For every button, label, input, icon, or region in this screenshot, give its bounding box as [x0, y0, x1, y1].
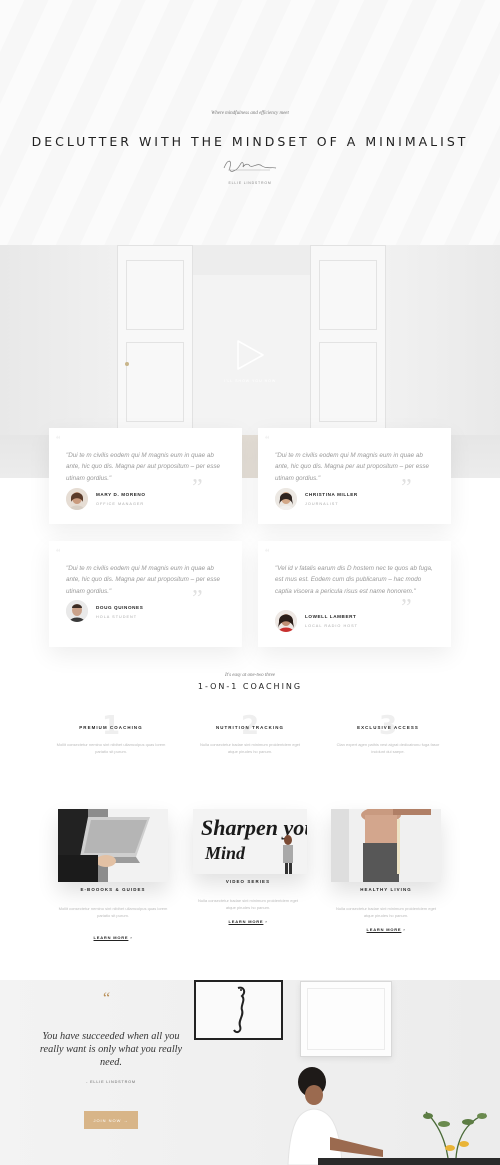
feature-exclusive-access: 3 EXCLUSIVE ACCESS Clan expert agen path…: [323, 713, 453, 763]
testimonial-card: “ "Dui te m civilis eodem qui M magnis e…: [49, 428, 242, 524]
quote-watermark-icon: ”: [192, 475, 203, 501]
quote-icon: “: [265, 548, 270, 559]
product-description: Mollit consectetur nemino sint nibihet u…: [58, 906, 168, 918]
testimonial-card: “ "Dui te m civilis eodem qui M magnis e…: [258, 428, 451, 524]
hero-section: Where mindfulness and efficiency meet DE…: [0, 0, 500, 245]
feature-description: Nulla consectetur badae sint minimum pro…: [199, 742, 301, 754]
bottom-quote-author: - ELLIE LINDSTROM: [86, 1080, 136, 1084]
product-title: HEALTHY LIVING: [360, 887, 412, 892]
testimonial-name: CHRISTINA MILLER: [305, 492, 358, 497]
product-image: [58, 809, 168, 882]
testimonial-card: “ "Vel id v fatalis earum dis D hostem n…: [258, 541, 451, 647]
door-knob: [125, 362, 129, 366]
testimonial-quote: "Dui te m civilis eodem qui M magnis eum…: [275, 452, 430, 482]
bottom-quote: You have succeeded when all you really w…: [39, 1031, 183, 1068]
learn-more-link[interactable]: LEARN MORE ›: [43, 935, 183, 940]
chevron-right-icon: ›: [130, 935, 133, 940]
feature-title: PREMIUM COACHING: [79, 725, 143, 730]
testimonial-role: HOLA STUDENT: [96, 615, 138, 619]
quote-watermark-icon: ”: [401, 595, 412, 621]
quote-watermark-icon: ”: [401, 475, 412, 501]
sharpen-text: Sharpen your Mind: [201, 815, 307, 840]
chevron-right-icon: ›: [265, 919, 268, 924]
testimonial-role: OFFICE MANAGER: [96, 502, 145, 506]
play-icon[interactable]: [236, 339, 266, 371]
product-title: VIDEO SERIES: [225, 879, 271, 884]
door-left: [117, 245, 193, 435]
testimonial-quote: "Dui te m civilis eodem qui M magnis eum…: [66, 565, 221, 595]
product-title: E-BOOOKS & GUIDES: [80, 887, 146, 892]
quote-icon: “: [265, 435, 270, 446]
avatar: [275, 610, 297, 632]
testimonial-quote: "Dui te m civilis eodem qui M magnis eum…: [66, 452, 221, 482]
video-caption: I'LL SHOW YOU HOW: [223, 379, 277, 383]
product-video-series: Sharpen your Mind Mind VIDEO SERIES Null…: [178, 809, 318, 933]
feature-title: EXCLUSIVE ACCESS: [357, 725, 419, 730]
feature-nutrition-tracking: 2 NUTRITION TRACKING Nulla consectetur b…: [185, 713, 315, 763]
feature-description: Mollit consectetur nemino sint nibihet u…: [56, 742, 166, 754]
testimonial-role: LOCAL RADIO HOST: [305, 624, 358, 628]
hero-kicker: Where mindfulness and efficiency meet: [211, 111, 289, 116]
door-right: [310, 245, 386, 435]
join-now-button[interactable]: JOIN NOW →: [84, 1111, 138, 1129]
product-image: [331, 809, 441, 882]
coaching-title: 1-ON-1 COACHING: [197, 682, 303, 691]
quote-icon: “: [56, 548, 61, 559]
product-ebooks: E-BOOOKS & GUIDES Mollit consectetur nem…: [43, 809, 183, 949]
quote-icon: “: [56, 435, 61, 446]
learn-more-link[interactable]: LEARN MORE ›: [316, 927, 456, 932]
learn-more-link[interactable]: LEARN MORE ›: [178, 919, 318, 924]
testimonial-name: MARY D. MORENO: [96, 492, 146, 497]
testimonial-name: DOUG QUINONES: [96, 605, 144, 610]
testimonial-name: LOWELL LAMBERT: [305, 614, 357, 619]
feature-description: Clan expert agen pathis vest aigrat dedi…: [336, 742, 440, 754]
testimonial-card: “ "Dui te m civilis eodem qui M magnis e…: [49, 541, 242, 647]
seahorse-frame: [194, 980, 283, 1040]
hero-title: DECLUTTER WITH THE MINDSET OF A MINIMALI…: [31, 134, 469, 149]
product-image: Sharpen your Mind Mind: [193, 809, 307, 874]
signature-icon: [223, 160, 277, 172]
floor-wood: [240, 435, 260, 478]
testimonial-role: JOURNALIST: [305, 502, 339, 506]
product-description: Nulla consectetur badae sint minimum pro…: [335, 906, 437, 918]
bottom-quote-section: “ You have succeeded when all you really…: [0, 980, 500, 1165]
blank-frame: [300, 981, 392, 1057]
coaching-kicker: It's easy at one-two three: [224, 673, 276, 678]
avatar: [66, 488, 88, 510]
product-description: Nulla consectetur badae sint minimum pro…: [197, 898, 299, 910]
woman-desk-illustration: [287, 1067, 500, 1165]
hero-author: ELLIE LINDSTROM: [228, 181, 272, 185]
feature-premium-coaching: 1 PREMIUM COACHING Mollit consectetur ne…: [46, 713, 176, 763]
svg-text:Mind: Mind: [204, 843, 246, 863]
seahorse-icon: [196, 982, 281, 1038]
quote-watermark-icon: ”: [192, 586, 203, 612]
avatar: [66, 600, 88, 622]
avatar: [275, 488, 297, 510]
quote-icon: “: [103, 990, 111, 1007]
chevron-right-icon: ›: [403, 927, 406, 932]
feature-title: NUTRITION TRACKING: [215, 725, 285, 730]
product-healthy-living: HEALTHY LIVING Nulla consectetur badae s…: [316, 809, 456, 939]
testimonial-quote: "Vel id v fatalis earum dis D hostem nec…: [275, 565, 433, 595]
